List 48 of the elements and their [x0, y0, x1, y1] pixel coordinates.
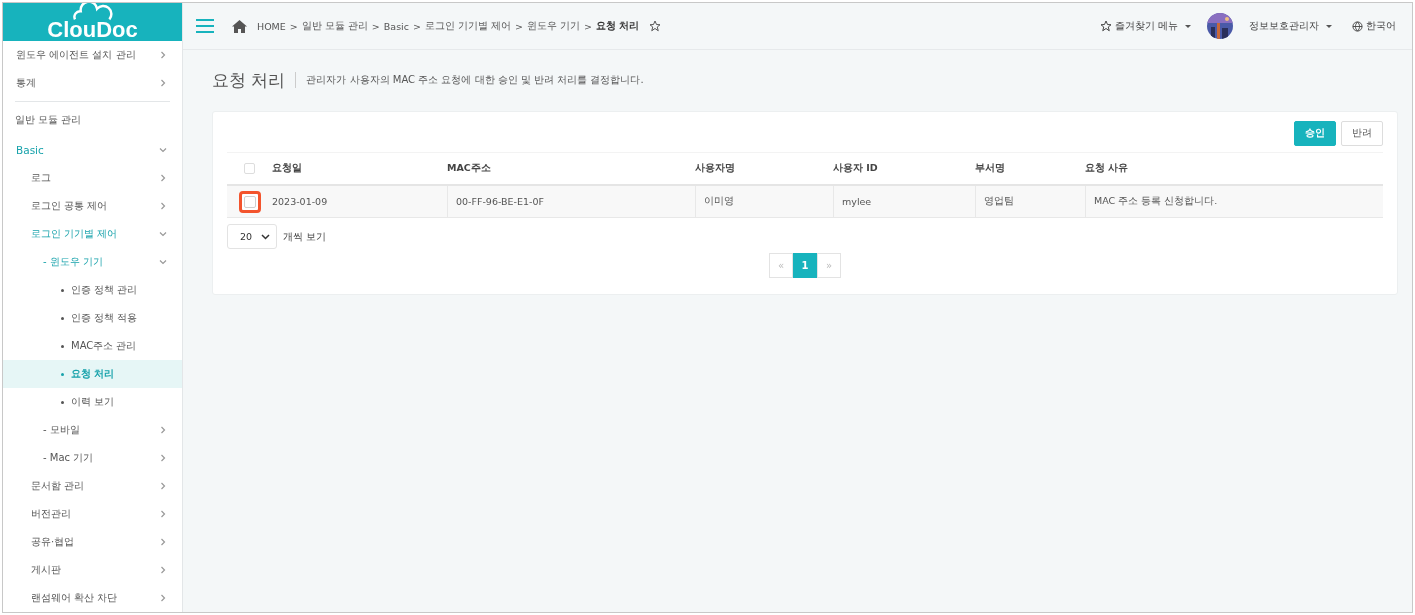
table-cell: 00-FF-96-BE-E1-0F	[447, 186, 695, 217]
column-header: 요청일	[272, 161, 303, 175]
sidebar-section-title: 일반 모듈 관리	[14, 113, 83, 127]
breadcrumb-separator: >	[412, 20, 421, 32]
table-cell-text: 2023-01-09	[272, 195, 329, 209]
sidebar-item[interactable]: 버전관리	[3, 500, 182, 528]
breadcrumb-item[interactable]: HOME	[257, 20, 286, 32]
table-cell: 이미영	[695, 186, 833, 217]
logo-text: ClouDoc	[47, 19, 138, 41]
user-menu[interactable]: 정보보호관리자	[1245, 19, 1336, 33]
breadcrumb-separator: >	[515, 20, 523, 32]
favorites-menu[interactable]: 즐겨찾기 메뉴	[1095, 19, 1195, 33]
language-menu[interactable]: 한국어	[1348, 19, 1400, 33]
breadcrumb-item[interactable]: 윈도우 기기	[526, 19, 580, 33]
sidebar-item[interactable]: 공유·협업	[3, 528, 182, 556]
breadcrumb-separator: >	[584, 20, 592, 32]
sidebar-item[interactable]: 통계	[3, 69, 182, 97]
sidebar-item[interactable]: 로그인 공통 제어	[3, 192, 182, 220]
breadcrumb-item[interactable]: 로그인 기기별 제어	[424, 19, 511, 33]
page-description: 관리자가 사용자의 MAC 주소 요청에 대한 승인 및 반려 처리를 결정합니다.	[306, 73, 644, 87]
breadcrumb-item[interactable]: Basic	[383, 20, 409, 32]
sidebar-item[interactable]: 로그	[3, 164, 182, 192]
table-cell: 영업팀	[975, 186, 1085, 217]
sidebar-item[interactable]: 게시판	[3, 556, 182, 584]
column-header: 사용자 ID	[833, 161, 879, 175]
sidebar-item[interactable]: 인증 정책 관리	[3, 276, 182, 304]
reject-button[interactable]: 반려	[1341, 121, 1383, 146]
breadcrumb-separator: >	[289, 20, 298, 32]
sidebar-item[interactable]: - 모바일	[3, 416, 182, 444]
breadcrumb-item: 요청 처리	[595, 19, 640, 33]
column-header: 부서명	[975, 161, 1006, 175]
column-header: MAC주소	[447, 161, 492, 175]
column-header: 사용자명	[695, 161, 736, 175]
page-size-label: 개씩 보기	[283, 229, 327, 244]
sidebar-item[interactable]: 인증 정책 적용	[3, 304, 182, 332]
sidebar-item[interactable]: 윈도우 에이전트 설치 관리	[3, 41, 182, 69]
page-title: 요청 처리	[212, 68, 286, 92]
sidebar-item[interactable]: 문서함 관리	[3, 472, 182, 500]
page-size-select[interactable]: 20	[227, 224, 277, 249]
sidebar-item[interactable]: 이력 보기	[3, 388, 182, 416]
sidebar-item[interactable]: - Mac 기기	[3, 444, 182, 472]
breadcrumb-separator: >	[371, 20, 380, 32]
sidebar-item[interactable]: MAC주소 관리	[3, 332, 182, 360]
table-cell: mylee	[833, 186, 975, 217]
column-header: 요청 사유	[1085, 161, 1130, 175]
table-cell: MAC 주소 등록 신청합니다.	[1085, 186, 1383, 217]
sidebar-item[interactable]: 랜섬웨어 확산 차단	[3, 584, 182, 612]
breadcrumb-item[interactable]: 일반 모듈 관리	[301, 19, 368, 33]
